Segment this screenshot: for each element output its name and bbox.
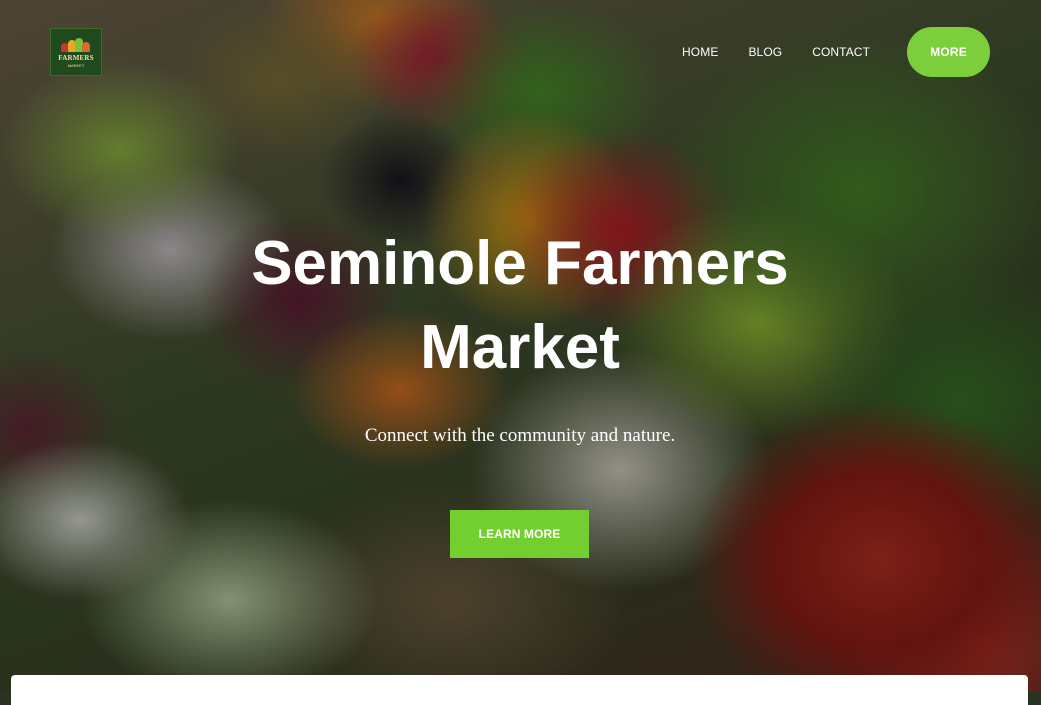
content-panel-edge [11,675,1028,705]
hero-tagline: Connect with the community and nature. [364,425,676,446]
logo-subtext: MARKET [67,63,85,68]
site-logo[interactable]: FARMERS MARKET [50,28,102,76]
main-nav: HOME BLOG CONTACT MORE [682,27,990,77]
farm-basket-icon [59,36,93,52]
more-button[interactable]: MORE [907,27,990,77]
nav-blog[interactable]: BLOG [748,45,782,59]
learn-more-button[interactable]: LEARN MORE [450,510,589,558]
nav-home[interactable]: HOME [682,45,718,59]
logo-text: FARMERS [58,54,94,62]
hero-title: Seminole Farmers Market [251,229,789,382]
nav-contact[interactable]: CONTACT [812,45,870,59]
